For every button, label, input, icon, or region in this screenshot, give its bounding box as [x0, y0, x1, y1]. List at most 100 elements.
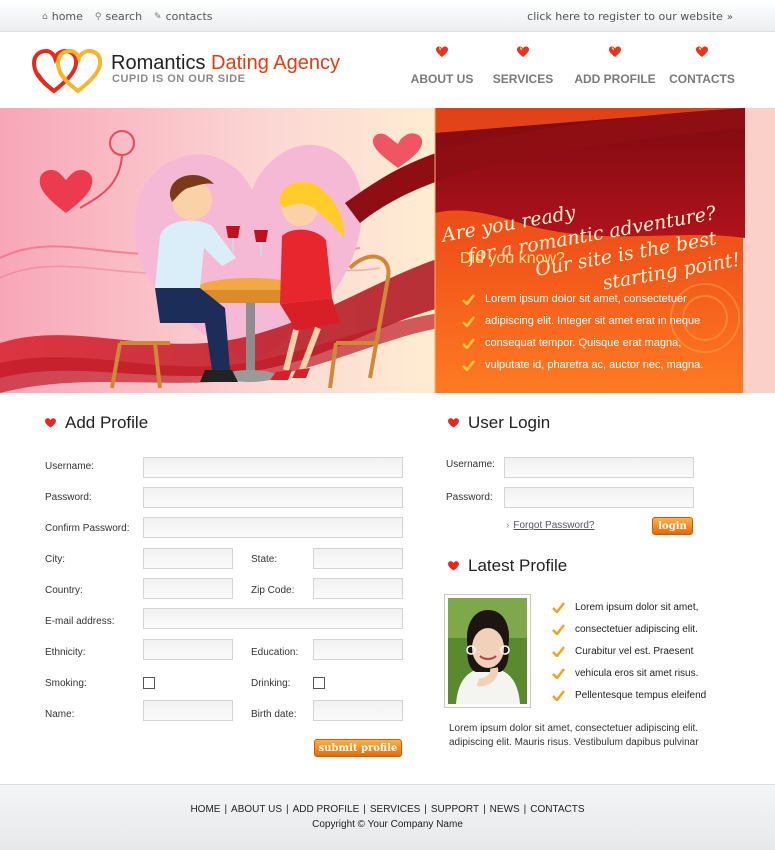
top-link-home-label: home [51, 10, 83, 23]
site-header: Romantics Dating Agency CUPID IS ON OUR … [0, 32, 775, 108]
nav-add-profile-label: ADD PROFILE [574, 72, 656, 86]
footer-nav: HOME | ABOUT US | ADD PROFILE | SERVICES | SUPPO… [0, 804, 775, 815]
checkmark-icon [552, 645, 565, 657]
footer-link-support[interactable]: SUPPORT [431, 804, 479, 815]
nav-about-us-label: ABOUT US [410, 72, 474, 86]
forgot-password-link[interactable]: Forgot Password? [513, 520, 594, 531]
list-item: consequat tempor. Quisque erat magna, [462, 332, 703, 354]
list-item-text: vulputate id, pharetra ac, auctor nec, m… [485, 359, 704, 371]
footer-link-services[interactable]: SERVICES [370, 804, 420, 815]
footer-link-home[interactable]: HOME [190, 804, 220, 815]
heart-icon [609, 46, 621, 57]
home-icon: ⌂ [42, 11, 48, 22]
list-item-text: consectetuer adipiscing elit. [575, 623, 698, 635]
smoking-label: Smoking: [45, 678, 87, 689]
country-field[interactable] [143, 578, 233, 599]
footer-separator: | [285, 804, 289, 815]
top-link-contacts[interactable]: ✎ contacts [154, 10, 212, 23]
brand-name-part2: Dating Agency [211, 52, 341, 74]
login-username-label: Username: [446, 459, 495, 470]
password-label: Password: [45, 492, 92, 503]
top-link-home[interactable]: ⌂ home [42, 10, 83, 23]
footer-link-add-profile[interactable]: ADD PROFILE [293, 804, 360, 815]
latest-profile-heading: Latest Profile [448, 556, 567, 576]
confirm-password-field[interactable] [143, 517, 403, 538]
nav-contacts[interactable]: CONTACTS [661, 46, 743, 86]
ethnicity-field[interactable] [143, 639, 233, 660]
heart-icon [436, 46, 448, 57]
brand-name-part1: Romantics [111, 52, 212, 74]
footer-separator: | [523, 804, 527, 815]
top-utility-bar: ⌂ home ⚲ search ✎ contacts click here to re… [0, 0, 775, 32]
footer-link-news[interactable]: NEWS [490, 804, 520, 815]
footer-link-about-us[interactable]: ABOUT US [231, 804, 282, 815]
did-you-know-heading: Did you know? [460, 250, 565, 267]
list-item-text: vehicula eros sit amet risus. [575, 667, 699, 679]
birth-date-field[interactable] [313, 700, 403, 721]
education-label: Education: [251, 647, 299, 658]
top-link-contacts-label: contacts [165, 10, 213, 23]
education-field[interactable] [313, 639, 403, 660]
submit-profile-button[interactable]: submit profile [314, 739, 402, 757]
state-field[interactable] [313, 548, 403, 569]
register-link-label: click here to register to our website [527, 10, 723, 23]
zip-code-field[interactable] [313, 578, 403, 599]
name-label: Name: [45, 709, 75, 720]
latest-profile-title: Latest Profile [468, 556, 568, 575]
list-item: Curabitur vel est. Praesent [552, 640, 706, 662]
city-label: City: [45, 554, 65, 565]
list-item-text: Lorem ipsum dolor sit amet, [575, 601, 699, 613]
user-login-heading: User Login [448, 413, 550, 433]
list-item: vulputate id, pharetra ac, auctor nec, m… [462, 354, 703, 376]
list-item: Lorem ipsum dolor sit amet, consectetuer [462, 288, 703, 310]
footer-separator: | [363, 804, 366, 815]
list-item-text: Lorem ipsum dolor sit amet, consectetuer [485, 293, 687, 305]
password-field[interactable] [143, 487, 403, 508]
did-you-know-list: Lorem ipsum dolor sit amet, consectetuer… [462, 288, 703, 376]
state-label: State: [251, 554, 278, 565]
nav-services[interactable]: SERVICES [477, 46, 569, 86]
list-item: adipiscing elit. Integer sit amet erat i… [462, 310, 703, 332]
nav-contacts-label: CONTACTS [669, 72, 735, 86]
heart-icon [45, 418, 56, 428]
profile-portrait-image [448, 598, 527, 704]
login-password-field[interactable] [504, 487, 694, 508]
nav-services-label: SERVICES [492, 72, 554, 86]
checkmark-icon [462, 359, 475, 371]
checkmark-icon [462, 293, 475, 305]
top-link-search-label: search [105, 10, 143, 23]
smoking-checkbox[interactable] [143, 677, 155, 689]
nav-add-profile[interactable]: ADD PROFILE [569, 46, 661, 86]
email-field[interactable] [143, 608, 403, 629]
heart-icon [448, 561, 459, 571]
email-label: E-mail address: [45, 616, 115, 627]
checkmark-icon [462, 337, 475, 349]
username-field[interactable] [143, 457, 403, 478]
login-button[interactable]: login [652, 517, 693, 535]
search-icon: ⚲ [94, 11, 102, 22]
brand-name: Romantics Dating Agency [111, 52, 340, 75]
footer-link-contacts[interactable]: CONTACTS [530, 804, 584, 815]
checkmark-icon [552, 689, 565, 701]
city-field[interactable] [143, 548, 233, 569]
nav-about-us[interactable]: ABOUT US [407, 46, 477, 86]
login-username-field[interactable] [504, 457, 694, 478]
profile-photo[interactable] [444, 594, 531, 708]
ethnicity-label: Ethnicity: [45, 647, 86, 658]
checkmark-icon [552, 667, 565, 679]
name-field[interactable] [143, 700, 233, 721]
footer-separator: | [424, 804, 427, 815]
top-link-search[interactable]: ⚲ search [95, 10, 142, 23]
checkmark-icon [552, 601, 565, 613]
main-nav: ABOUT US SERVICES ADD PROFILE CONTACTS [407, 46, 743, 86]
double-heart-logo[interactable] [32, 47, 102, 95]
list-item-text: Curabitur vel est. Praesent [575, 645, 694, 657]
arrow-right-icon: › [506, 520, 510, 531]
drinking-checkbox[interactable] [313, 677, 325, 689]
heart-icon [696, 46, 708, 57]
username-label: Username: [45, 461, 94, 472]
list-item-text: adipiscing elit. Integer sit amet erat i… [485, 315, 701, 327]
footer-separator: | [224, 804, 228, 815]
heart-icon [517, 46, 529, 57]
register-link[interactable]: click here to register to our website» [527, 10, 733, 23]
